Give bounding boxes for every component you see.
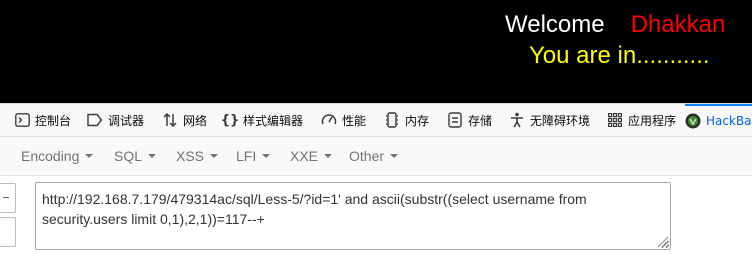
sql-menu-label: SQL [114,148,143,164]
xxe-menu[interactable]: XXE [290,137,333,175]
performance-icon [321,112,337,128]
chevron-down-icon [85,154,94,158]
tab-performance-label: 性能 [342,113,367,128]
minus-icon [3,197,9,198]
page-banner: Welcome Dhakkan You are in........... [0,0,752,103]
xss-menu[interactable]: XSS [176,137,219,175]
console-icon [14,112,30,128]
user-name: Dhakkan [630,11,726,38]
tab-application-label: 应用程序 [628,113,677,128]
welcome-line: Welcome Dhakkan [505,11,725,39]
tab-hackbar-label: HackBa [706,114,752,128]
xxe-menu-label: XXE [290,148,319,164]
tab-network[interactable]: 网络 [162,104,207,136]
storage-icon [447,112,463,128]
debugger-icon [87,112,103,128]
lfi-menu[interactable]: LFI [236,137,271,175]
tab-console[interactable]: 控制台 [14,104,71,136]
lfi-menu-label: LFI [236,148,257,164]
tab-storage-label: 存储 [468,113,493,128]
welcome-text: Welcome [505,11,605,38]
tab-storage[interactable]: 存储 [447,104,492,136]
load-url-button[interactable] [0,183,16,213]
tab-accessibility[interactable]: 无障碍环境 [509,104,590,136]
other-menu-label: Other [349,148,385,164]
chevron-down-icon [390,154,399,158]
chevron-down-icon [262,154,271,158]
tab-debugger-label: 调试器 [108,113,145,128]
chevron-down-icon [148,154,157,158]
tab-memory-label: 内存 [405,113,430,128]
resize-grip-icon[interactable] [655,234,669,248]
login-status: You are in........... [529,42,710,69]
split-url-button[interactable] [0,217,16,247]
memory-icon [384,112,400,128]
hackbar-icon [685,113,701,129]
encoding-menu[interactable]: Encoding [21,137,94,175]
application-icon [607,112,623,128]
style-editor-icon: {} [220,112,240,128]
encoding-menu-label: Encoding [21,148,80,164]
sql-menu[interactable]: SQL [114,137,157,175]
devtools-tab-bar: 控制台 调试器 网络 {} 样式编辑器 性能 内存 存储 无障碍环境 应用程序 … [0,103,752,137]
tab-memory[interactable]: 内存 [384,104,429,136]
url-input[interactable]: http://192.168.7.179/479314ac/sql/Less-5… [35,182,671,250]
hackbar-toolbar: Encoding SQL XSS LFI XXE Other [0,137,752,176]
tab-style-editor-label: 样式编辑器 [243,113,304,128]
tab-network-label: 网络 [183,113,208,128]
tab-style-editor[interactable]: {} 样式编辑器 [220,104,304,136]
accessibility-icon [509,112,525,128]
tab-application[interactable]: 应用程序 [607,104,676,136]
chevron-down-icon [324,154,333,158]
xss-menu-label: XSS [176,148,205,164]
tab-hackbar[interactable]: HackBa [685,104,752,136]
tab-console-label: 控制台 [35,113,72,128]
tab-debugger[interactable]: 调试器 [87,104,144,136]
tab-accessibility-label: 无障碍环境 [530,113,591,128]
chevron-down-icon [210,154,219,158]
other-menu[interactable]: Other [349,137,399,175]
tab-performance[interactable]: 性能 [321,104,366,136]
network-icon [162,112,178,128]
